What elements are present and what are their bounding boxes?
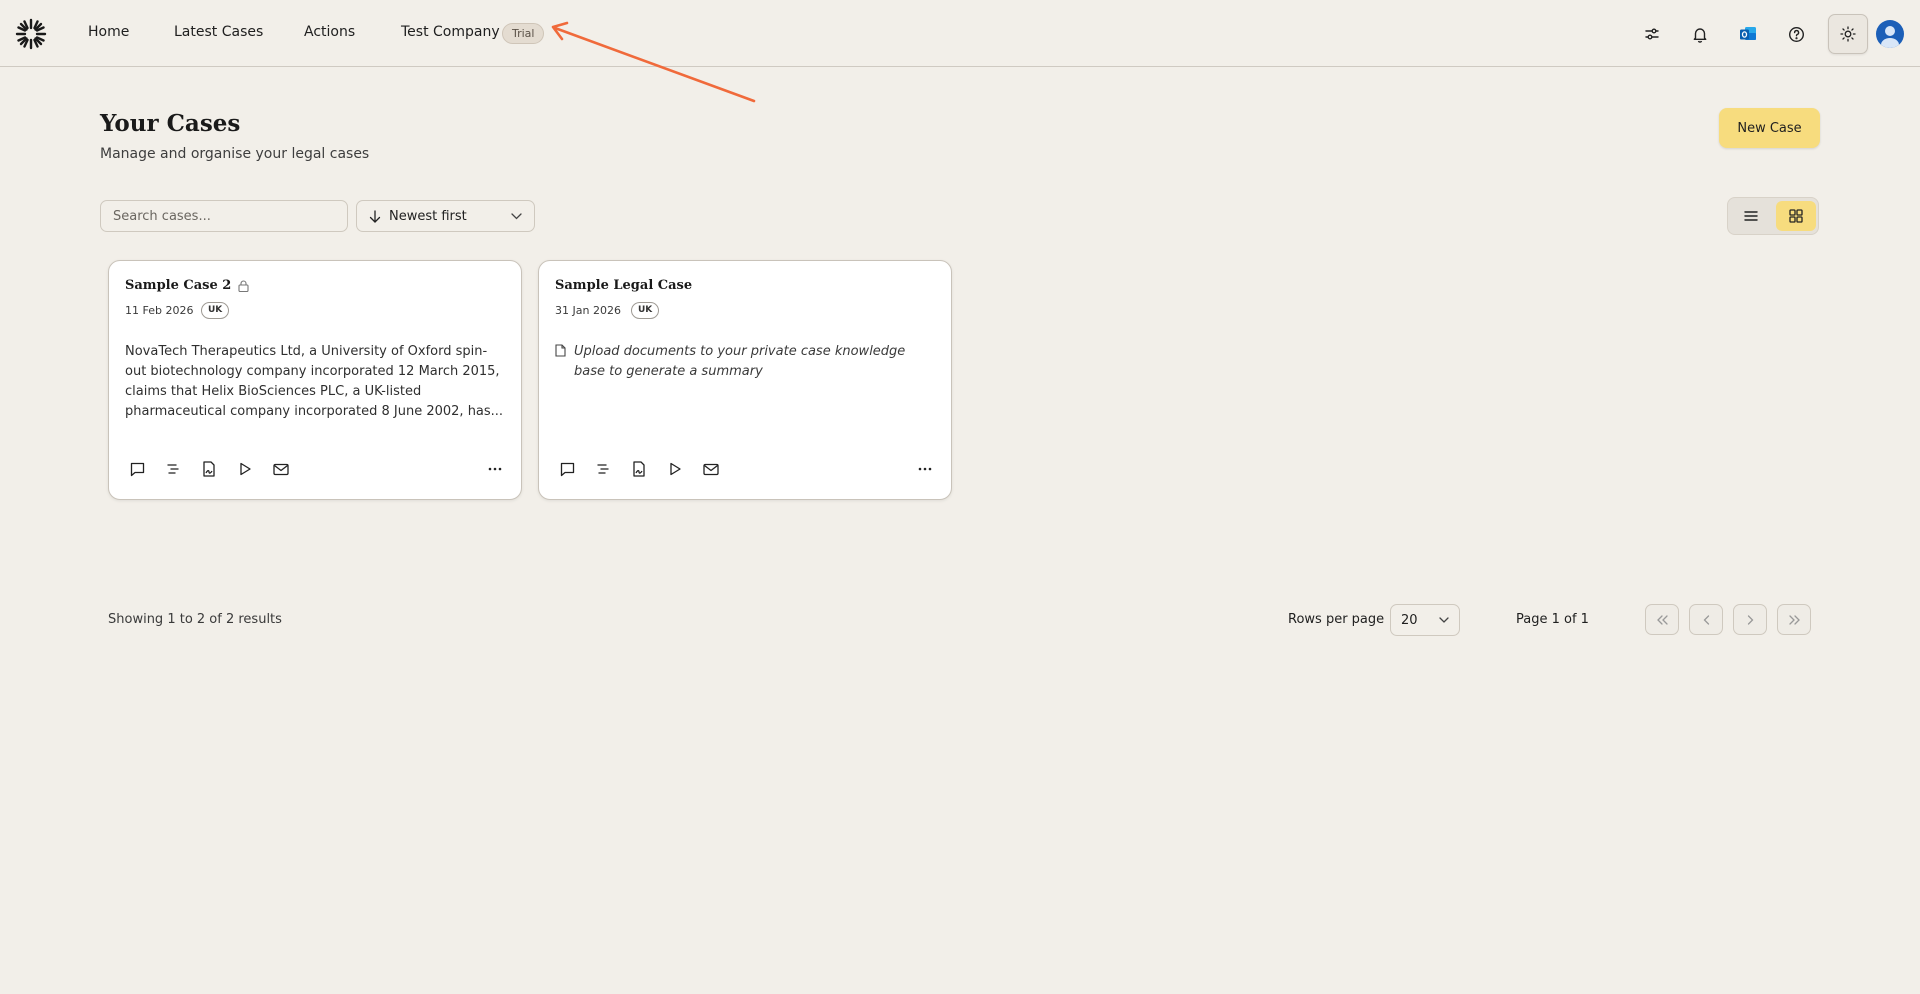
last-page-button[interactable] <box>1777 604 1811 635</box>
chevron-right-icon <box>1747 614 1753 625</box>
case-date: 11 Feb 2026 <box>125 304 194 317</box>
grid-view-button[interactable] <box>1776 201 1816 231</box>
case-title: Sample Legal Case <box>555 278 693 293</box>
nav-latest-cases[interactable]: Latest Cases <box>174 24 263 40</box>
rows-per-page-value: 20 <box>1401 612 1418 628</box>
case-card-title-row: Sample Case 2 <box>125 278 249 293</box>
chevron-down-icon <box>511 212 522 219</box>
top-navigation-bar: Home Latest Cases Actions Test Company T… <box>0 0 1920 67</box>
play-icon[interactable] <box>233 457 257 481</box>
bell-icon[interactable] <box>1686 20 1714 48</box>
new-case-button[interactable]: New Case <box>1719 108 1820 148</box>
nav-test-company[interactable]: Test Company <box>401 24 500 40</box>
case-description: NovaTech Therapeutics Ltd, a University … <box>125 344 504 419</box>
help-icon[interactable] <box>1782 20 1810 48</box>
chevrons-left-icon <box>1656 614 1668 625</box>
view-toggle <box>1727 197 1819 235</box>
play-icon[interactable] <box>663 457 687 481</box>
outlook-icon[interactable] <box>1734 20 1762 48</box>
case-card[interactable]: Sample Legal Case 31 Jan 2026 UK Upload … <box>538 260 952 500</box>
case-actions <box>125 457 293 481</box>
search-input[interactable] <box>100 200 348 232</box>
jurisdiction-badge: UK <box>201 302 230 319</box>
case-empty-state: Upload documents to your private case kn… <box>555 342 937 382</box>
case-title: Sample Case 2 <box>125 278 232 293</box>
nav-actions[interactable]: Actions <box>304 24 355 40</box>
chevron-down-icon <box>1439 617 1449 623</box>
chat-icon[interactable] <box>125 457 149 481</box>
results-summary: Showing 1 to 2 of 2 results <box>108 612 282 627</box>
mail-icon[interactable] <box>269 457 293 481</box>
list-icon <box>1744 211 1758 221</box>
list-view-button[interactable] <box>1731 201 1771 231</box>
document-sign-icon[interactable] <box>627 457 651 481</box>
user-avatar[interactable] <box>1876 20 1904 48</box>
sort-label: Newest first <box>389 208 467 224</box>
next-page-button[interactable] <box>1733 604 1767 635</box>
grid-icon <box>1789 209 1803 223</box>
logo-icon[interactable] <box>14 17 48 51</box>
theme-toggle-button[interactable] <box>1828 14 1868 54</box>
empty-state-message: Upload documents to your private case kn… <box>574 344 906 379</box>
previous-page-button[interactable] <box>1689 604 1723 635</box>
case-card[interactable]: Sample Case 2 11 Feb 2026 UK NovaTech Th… <box>108 260 522 500</box>
list-icon[interactable] <box>161 457 185 481</box>
chevron-left-icon <box>1703 614 1709 625</box>
chevrons-right-icon <box>1788 614 1800 625</box>
case-date: 31 Jan 2026 <box>555 304 621 317</box>
chat-icon[interactable] <box>555 457 579 481</box>
trial-badge: Trial <box>502 23 545 44</box>
case-actions <box>555 457 723 481</box>
arrow-down-icon <box>369 209 381 223</box>
list-icon[interactable] <box>591 457 615 481</box>
more-options-icon[interactable] <box>913 457 937 481</box>
case-card-title-row: Sample Legal Case <box>555 278 692 293</box>
rows-per-page-select[interactable]: 20 <box>1390 604 1460 636</box>
jurisdiction-badge: UK <box>631 302 660 319</box>
page-info: Page 1 of 1 <box>1516 612 1589 627</box>
document-icon <box>555 344 566 357</box>
first-page-button[interactable] <box>1645 604 1679 635</box>
sliders-icon[interactable] <box>1638 20 1666 48</box>
mail-icon[interactable] <box>699 457 723 481</box>
page-subtitle: Manage and organise your legal cases <box>100 146 370 162</box>
lock-icon <box>238 279 249 292</box>
more-options-icon[interactable] <box>483 457 507 481</box>
page-title: Your Cases <box>100 110 241 137</box>
sort-dropdown[interactable]: Newest first <box>356 200 535 232</box>
nav-home[interactable]: Home <box>88 24 129 40</box>
annotation-arrow <box>551 21 756 103</box>
rows-per-page-label: Rows per page <box>1288 612 1385 627</box>
document-sign-icon[interactable] <box>197 457 221 481</box>
sun-icon <box>1840 26 1856 42</box>
